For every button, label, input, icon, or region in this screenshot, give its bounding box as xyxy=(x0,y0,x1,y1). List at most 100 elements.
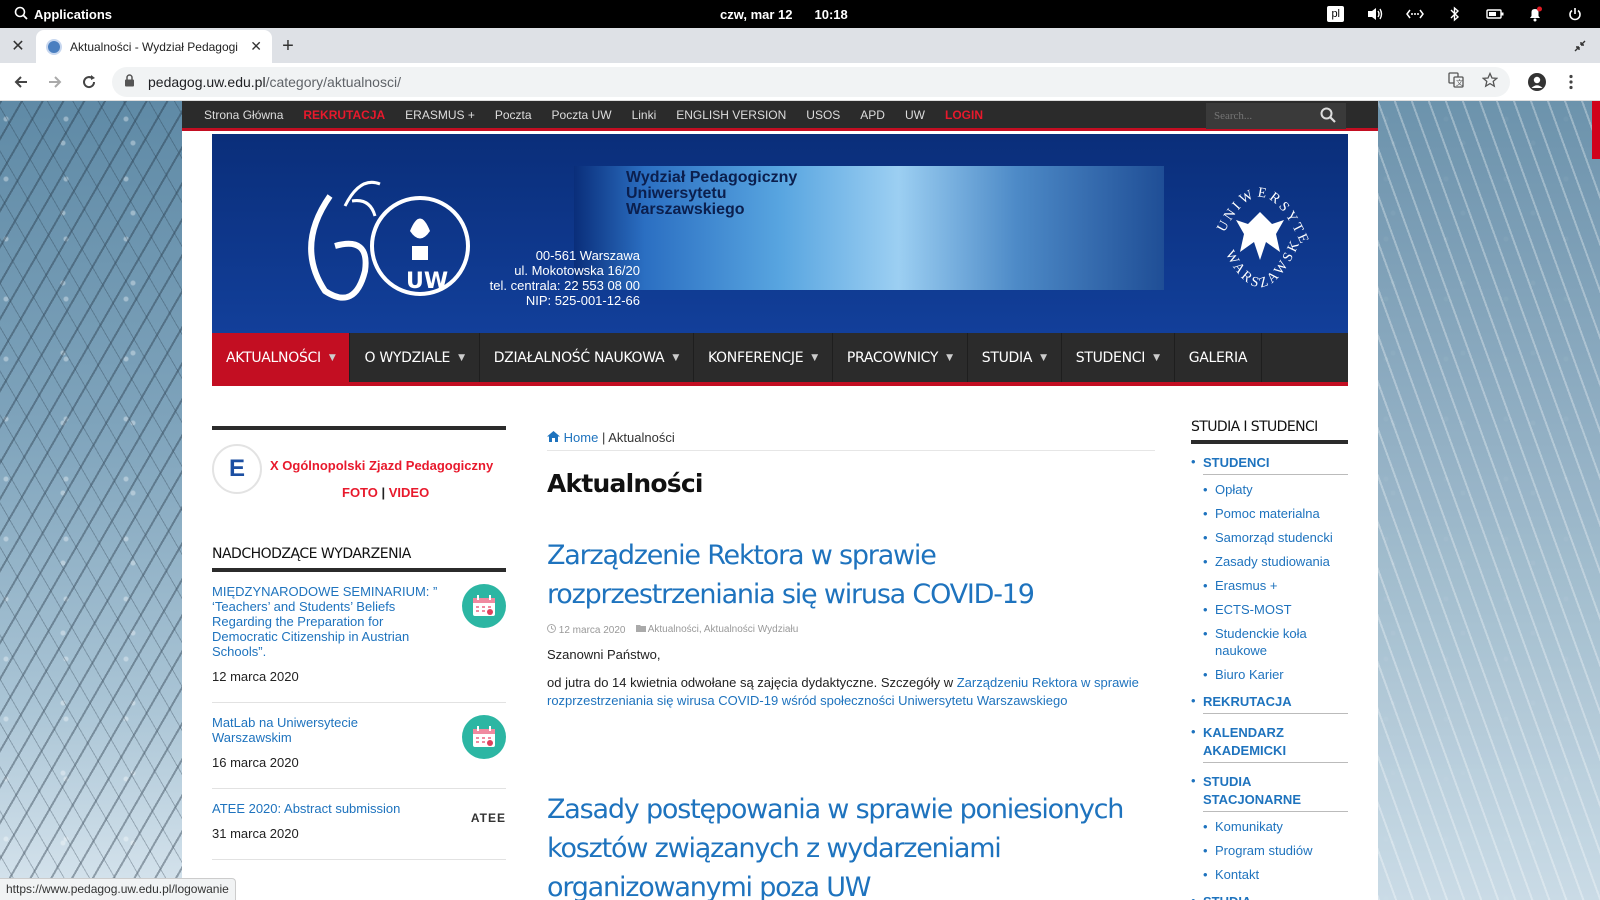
top-nav-link[interactable]: Strona Główna xyxy=(204,108,283,122)
calendar-icon[interactable] xyxy=(462,715,506,759)
lock-icon[interactable] xyxy=(124,73,138,90)
link-separator: | xyxy=(381,485,386,500)
video-link[interactable]: VIDEO xyxy=(389,485,429,500)
students-submenu-link[interactable]: Komunikaty xyxy=(1215,819,1283,834)
breadcrumb-home-link[interactable]: Home xyxy=(547,430,602,445)
event-title-link[interactable]: MatLab na Uniwersytecie Warszawskim xyxy=(212,715,440,745)
top-nav-link[interactable]: USOS xyxy=(806,108,840,122)
post-title-link[interactable]: Zarządzenie Rektora w sprawie rozprzestr… xyxy=(547,536,1155,614)
students-submenu-link[interactable]: Erasmus + xyxy=(1215,578,1278,593)
clock-date: czw, mar 12 xyxy=(720,6,793,22)
restore-window-icon[interactable] xyxy=(1560,28,1600,63)
main-nav-item[interactable]: STUDENCI ▼ xyxy=(1062,333,1175,382)
caret-down-icon: ▼ xyxy=(328,352,336,363)
notification-icon[interactable] xyxy=(1526,5,1544,23)
top-nav-link[interactable]: ENGLISH VERSION xyxy=(676,108,786,122)
reload-button[interactable] xyxy=(72,65,106,99)
site-search-box[interactable] xyxy=(1206,103,1346,129)
students-menu: STUDENCI Opłaty Pomoc materialna Samorząd s… xyxy=(1191,454,1348,900)
students-submenu-link[interactable]: ECTS-MOST xyxy=(1215,602,1292,617)
students-submenu-link[interactable]: Kontakt xyxy=(1215,867,1259,882)
top-nav-link[interactable]: Poczta xyxy=(495,108,532,122)
close-window-icon[interactable]: ✕ xyxy=(0,28,36,63)
students-submenu-link[interactable]: Studenckie koła naukowe xyxy=(1215,626,1307,658)
main-nav-item[interactable]: KONFERENCJE ▼ xyxy=(694,333,833,382)
browser-tab-active[interactable]: Aktualności - Wydział Pedagogi ✕ xyxy=(36,30,272,63)
top-nav-link[interactable]: ERASMUS + xyxy=(405,108,475,122)
search-icon[interactable] xyxy=(1316,107,1340,126)
students-submenu-link[interactable]: Opłaty xyxy=(1215,482,1253,497)
students-submenu: Komunikaty Program studiów Kontakt xyxy=(1203,818,1348,883)
main-nav-item[interactable]: O WYDZIALE ▼ xyxy=(350,333,480,382)
battery-icon[interactable] xyxy=(1486,5,1504,23)
students-submenu-link[interactable]: Biuro Karier xyxy=(1215,667,1284,682)
banner-title-line: Uniwersytetu xyxy=(626,185,727,202)
students-menu-group-link[interactable]: REKRUTACJA xyxy=(1203,693,1348,714)
university-seal-logo[interactable]: UNIWERSYTET WARSZAWSKI xyxy=(1194,161,1320,302)
post-item: Zasady postępowania w sprawie poniesiony… xyxy=(547,790,1155,900)
svg-text:UW: UW xyxy=(406,269,448,294)
congress-title-link[interactable]: X Ogólnopolski Zjazd Pedagogiczny xyxy=(270,458,493,473)
site-search-input[interactable] xyxy=(1206,110,1316,122)
faculty-60-logo[interactable]: UW xyxy=(300,176,470,301)
main-nav-item[interactable]: PRACOWNICY ▼ xyxy=(833,333,968,382)
site-banner[interactable]: UW Wydział Pedagogiczny Uniwersytetu War… xyxy=(212,134,1348,333)
post-date-text: 12 marca 2020 xyxy=(558,625,626,636)
students-submenu-item: Studenckie koła naukowe xyxy=(1203,625,1348,659)
bookmark-star-icon[interactable] xyxy=(1481,71,1499,91)
post-title-link[interactable]: Zasady postępowania w sprawie poniesiony… xyxy=(547,790,1155,900)
students-menu-group-link[interactable]: STUDIA xyxy=(1203,893,1348,900)
top-nav-link[interactable]: Linki xyxy=(632,108,657,122)
new-tab-button[interactable]: + xyxy=(272,30,304,63)
students-submenu-link[interactable]: Zasady studiowania xyxy=(1215,554,1330,569)
close-tab-icon[interactable]: ✕ xyxy=(250,38,262,55)
clock[interactable]: czw, mar 12 10:18 xyxy=(720,7,848,22)
top-nav-link[interactable]: Poczta UW xyxy=(552,108,612,122)
main-nav-item[interactable]: AKTUALNOŚCI ▼ xyxy=(212,333,351,382)
browser-menu-icon[interactable] xyxy=(1554,65,1588,99)
students-submenu-link[interactable]: Samorząd studencki xyxy=(1215,530,1333,545)
main-nav-item[interactable]: DZIAŁALNOŚĆ NAUKOWA ▼ xyxy=(480,333,694,382)
main-nav-item[interactable]: STUDIA ▼ xyxy=(968,333,1062,382)
forward-button[interactable] xyxy=(38,65,72,99)
event-title-link[interactable]: MIĘDZYNARODOWE SEMINARIUM: ” ‘Teachers’ … xyxy=(212,584,440,659)
students-submenu-link[interactable]: Pomoc materialna xyxy=(1215,506,1320,521)
translate-icon[interactable]: 文 xyxy=(1448,72,1464,91)
foto-link[interactable]: FOTO xyxy=(342,485,378,500)
main-nav-label: KONFERENCJE xyxy=(707,349,804,366)
volume-icon[interactable] xyxy=(1366,5,1384,23)
scrollbar-thumb[interactable] xyxy=(1592,101,1600,159)
calendar-icon[interactable] xyxy=(462,584,506,628)
applications-menu[interactable]: Applications xyxy=(0,6,720,23)
network-icon[interactable] xyxy=(1406,5,1424,23)
keyboard-layout-indicator[interactable]: pl xyxy=(1327,6,1344,22)
top-nav-link[interactable]: APD xyxy=(860,108,885,122)
power-icon[interactable] xyxy=(1566,5,1584,23)
top-nav-link[interactable]: UW xyxy=(905,108,925,122)
top-nav-link[interactable]: REKRUTACJA xyxy=(303,108,385,122)
congress-logo[interactable]: E xyxy=(212,444,262,494)
students-menu-group-link[interactable]: STUDENCI xyxy=(1203,454,1348,475)
atee-logo-icon[interactable]: ATEE xyxy=(471,811,506,825)
address-bar[interactable]: pedagog.uw.edu.pl/category/aktualnosci/ … xyxy=(112,66,1510,97)
page-title: Aktualności xyxy=(547,469,703,498)
students-submenu-link[interactable]: Program studiów xyxy=(1215,843,1313,858)
main-nav-item[interactable]: GALERIA xyxy=(1175,333,1263,382)
browser-toolbar: pedagog.uw.edu.pl/category/aktualnosci/ … xyxy=(0,63,1600,101)
profile-avatar-icon[interactable] xyxy=(1520,65,1554,99)
students-menu-group-link[interactable]: STUDIA STACJONARNE xyxy=(1203,773,1348,812)
post-item: Zarządzenie Rektora w sprawie rozprzestr… xyxy=(547,536,1155,710)
bluetooth-icon[interactable] xyxy=(1446,5,1464,23)
event-item: MIĘDZYNARODOWE SEMINARIUM: ” ‘Teachers’ … xyxy=(212,572,506,703)
back-button[interactable] xyxy=(4,65,38,99)
students-submenu-item: Kontakt xyxy=(1203,866,1348,883)
students-menu-group-link[interactable]: KALENDARZ AKADEMICKI xyxy=(1203,724,1348,763)
address-line: tel. centrala: 22 553 08 00 xyxy=(489,278,640,293)
upcoming-events-heading: NADCHODZĄCE WYDARZENIA xyxy=(212,546,506,572)
event-title-link[interactable]: ATEE 2020: Abstract submission xyxy=(212,801,440,816)
students-submenu-item: Biuro Karier xyxy=(1203,666,1348,683)
applications-label: Applications xyxy=(34,6,113,22)
post-categories-link[interactable]: Aktualności, Aktualności Wydziału xyxy=(648,624,799,635)
top-nav-link[interactable]: LOGIN xyxy=(945,108,983,122)
system-tray: pl xyxy=(1327,5,1600,23)
